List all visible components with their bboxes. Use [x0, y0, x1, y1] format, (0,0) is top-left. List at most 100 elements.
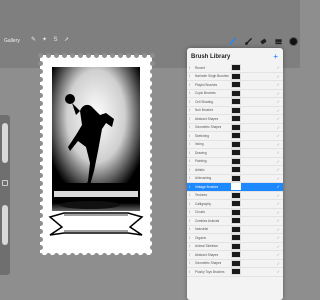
brush-item[interactable]: ✓: [229, 81, 283, 90]
perforation: [53, 252, 59, 258]
brush-category-label: Vintage Brushes: [195, 184, 219, 189]
brush-item[interactable]: ✓: [229, 251, 283, 260]
layers-icon[interactable]: [274, 37, 283, 46]
brush-item[interactable]: ✓: [229, 217, 283, 226]
perforation: [37, 84, 43, 90]
transform-icon[interactable]: ➚: [63, 37, 70, 44]
brush-item[interactable]: ✓: [229, 64, 283, 73]
brush-category-item[interactable]: / Sketching: [187, 132, 229, 141]
brush-item[interactable]: ✓: [229, 98, 283, 107]
brush-category-item[interactable]: / Drawing: [187, 149, 229, 158]
brush-category-item[interactable]: / Noir Brushes: [187, 107, 229, 115]
brush-category-item[interactable]: / Textures: [187, 192, 229, 200]
brush-category-item[interactable]: / Zombies Animals: [187, 217, 229, 226]
brush-category-item[interactable]: / Vintage Brushes: [187, 183, 229, 192]
brush-item[interactable]: ✓: [229, 259, 283, 268]
brush-category-item[interactable]: / Calligraphy: [187, 200, 229, 209]
brush-category-label: Animal Skeleton: [195, 244, 219, 249]
brush-preview: [231, 242, 241, 250]
brush-preview: [231, 200, 241, 208]
eraser-icon[interactable]: [259, 37, 268, 46]
brush-category-item[interactable]: / Geometric Shapes: [187, 260, 229, 268]
wrench-icon[interactable]: ✎: [30, 37, 37, 44]
brush-item[interactable]: ✓: [229, 200, 283, 209]
check-icon: ✓: [276, 175, 280, 181]
brush-item[interactable]: ✓: [229, 132, 283, 141]
perforation: [149, 124, 155, 130]
brush-category-item[interactable]: / Industrial: [187, 226, 229, 234]
brush-category-item[interactable]: / Abstract Shapes: [187, 251, 229, 260]
brush-preview: [231, 259, 241, 267]
color-picker-icon[interactable]: [289, 37, 298, 46]
selection-icon[interactable]: S: [52, 37, 59, 44]
brush-item[interactable]: ✓: [229, 149, 283, 158]
perforation: [37, 148, 43, 154]
brush-category-item[interactable]: / Organic: [187, 234, 229, 243]
add-brush-icon[interactable]: +: [273, 53, 278, 61]
brush-category-item[interactable]: / Abstract Shapes: [187, 115, 229, 124]
perforation: [141, 52, 147, 58]
perforation: [109, 52, 115, 58]
brush-category-label: Playful Brushes: [195, 82, 218, 87]
brush-item[interactable]: ✓: [229, 208, 283, 217]
perforation: [37, 68, 43, 74]
brush-set-icon: /: [189, 226, 191, 232]
magic-wand-icon[interactable]: ✦: [41, 37, 48, 44]
perforation: [117, 52, 123, 58]
brush-item[interactable]: ✓: [229, 268, 283, 277]
perforation: [37, 116, 43, 122]
brush-item[interactable]: ✓: [229, 174, 283, 183]
brush-category-item[interactable]: / Animal Skeleton: [187, 243, 229, 251]
perforation: [149, 84, 155, 90]
brush-item[interactable]: ✓: [229, 157, 283, 166]
modify-button[interactable]: [2, 180, 8, 186]
perforation: [37, 252, 43, 258]
brush-item[interactable]: ✓: [229, 72, 283, 81]
brush-category-item[interactable]: / Painting: [187, 158, 229, 166]
brush-category-item[interactable]: / Plushy Toys Brushes: [187, 268, 229, 277]
brush-category-list: / Recent / Narinder Singh Brushes / Playful B…: [187, 64, 229, 277]
check-icon: ✓: [276, 235, 280, 240]
brush-item[interactable]: ✓: [229, 242, 283, 251]
brush-item[interactable]: ✓: [229, 89, 283, 98]
brush-item[interactable]: ✓: [229, 140, 283, 149]
brush-item[interactable]: ✓: [229, 225, 283, 234]
smudge-icon[interactable]: [244, 37, 253, 46]
opacity-slider[interactable]: [2, 205, 8, 245]
brush-preview: [231, 98, 241, 106]
perforation: [69, 52, 75, 58]
perforation: [101, 52, 107, 58]
brush-item[interactable]: ✓: [229, 166, 283, 175]
brush-set-icon: /: [189, 149, 191, 155]
artwork-canvas[interactable]: [37, 52, 155, 258]
brush-category-item[interactable]: / Airbrushing: [187, 175, 229, 183]
brush-item[interactable]: ✓: [229, 183, 283, 192]
brush-category-item[interactable]: / Inking: [187, 141, 229, 149]
brush-item[interactable]: ✓: [229, 106, 283, 115]
perforation: [125, 52, 131, 58]
brush-set-icon: /: [189, 192, 191, 198]
brush-icon[interactable]: [228, 37, 237, 46]
brush-category-item[interactable]: / Clouds: [187, 209, 229, 217]
brush-size-slider[interactable]: [2, 123, 8, 163]
brush-item[interactable]: ✓: [229, 115, 283, 124]
brush-category-label: Narinder Singh Brushes: [195, 74, 229, 79]
brush-category-item[interactable]: / Cell Shading: [187, 98, 229, 107]
brush-category-item[interactable]: / Playful Brushes: [187, 81, 229, 90]
perforation: [37, 140, 43, 146]
brush-item[interactable]: ✓: [229, 123, 283, 132]
perforation: [149, 204, 155, 210]
brush-preview: [231, 123, 241, 131]
perforation: [37, 172, 43, 178]
brush-category-item[interactable]: / Geometric Shapes: [187, 124, 229, 132]
perforation: [133, 252, 139, 258]
brush-category-item[interactable]: / Narinder Singh Brushes: [187, 73, 229, 81]
brush-category-item[interactable]: / Artistic: [187, 166, 229, 175]
brush-item[interactable]: ✓: [229, 191, 283, 200]
brush-preview: [231, 217, 241, 225]
brush-category-item[interactable]: / Copic Brushes: [187, 90, 229, 98]
brush-item[interactable]: ✓: [229, 234, 283, 243]
gallery-button[interactable]: Gallery: [4, 38, 20, 44]
brush-category-item[interactable]: / Recent: [187, 64, 229, 73]
perforation: [117, 252, 123, 258]
